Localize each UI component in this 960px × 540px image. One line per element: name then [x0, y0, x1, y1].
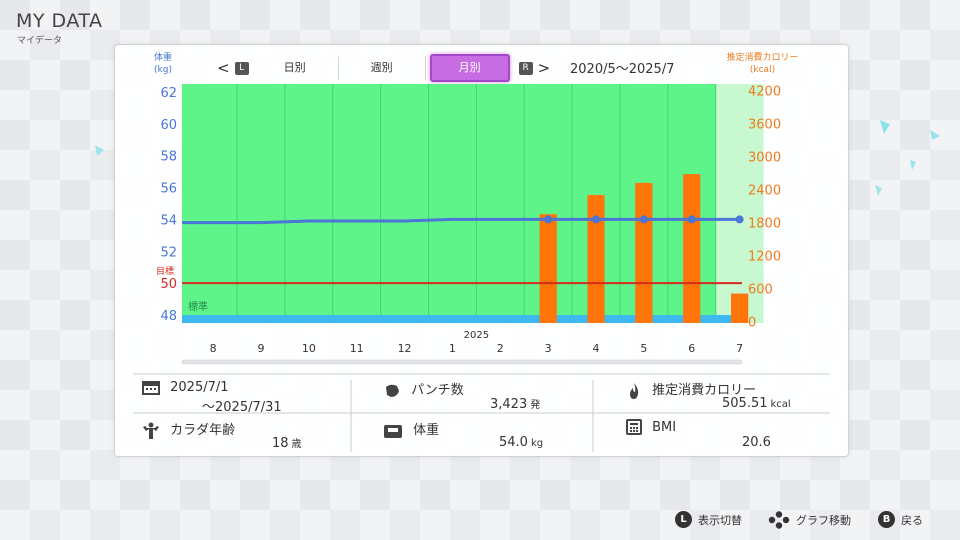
flame-icon	[630, 382, 639, 399]
hint-back-label: 戻る	[901, 513, 923, 527]
stat-bmi: BMI	[626, 419, 676, 435]
body-age-label: カラダ年齢	[170, 423, 236, 438]
fist-icon	[386, 384, 399, 397]
weight-value-wrap: 54.0 kg	[499, 435, 543, 450]
calendar-icon	[142, 381, 160, 395]
scale-icon	[384, 424, 402, 438]
calories-unit: kcal	[770, 399, 791, 410]
stat-punch: パンチ数	[383, 379, 464, 399]
calculator-icon	[626, 419, 642, 435]
punch-value: 3,423	[490, 397, 528, 412]
punch-value-wrap: 3,423 発	[490, 396, 540, 412]
stat-body-age: カラダ年齢	[142, 419, 235, 440]
weight-unit: kg	[530, 438, 544, 449]
calories-value-wrap: 505.51 kcal	[722, 396, 791, 411]
muscle-icon	[143, 422, 159, 439]
body-age-value: 18	[272, 436, 289, 451]
date-to: 〜2025/7/31	[202, 400, 282, 415]
dpad-icon	[768, 511, 790, 529]
hint-move-label: グラフ移動	[796, 514, 851, 527]
l-stick-icon: L	[675, 511, 692, 528]
bmi-label: BMI	[652, 419, 677, 435]
stat-weight: 体重	[383, 419, 439, 439]
calories-value: 505.51	[722, 396, 768, 411]
body-age-value-wrap: 18 歳	[272, 435, 302, 451]
body-age-unit: 歳	[291, 439, 302, 450]
bmi-value-wrap: 20.6	[742, 435, 771, 450]
punch-label: パンチ数	[411, 383, 464, 398]
weight-value: 54.0	[499, 435, 528, 450]
stats-dividers	[133, 373, 830, 452]
hint-toggle-label: 表示切替	[698, 513, 742, 527]
stat-date: 2025/7/1 〜2025/7/31	[142, 379, 282, 415]
weight-label: 体重	[413, 423, 440, 438]
b-button-icon: B	[878, 511, 895, 528]
hint-toggle-display[interactable]: L 表示切替	[675, 511, 742, 528]
date-from: 2025/7/1	[170, 379, 229, 395]
punch-unit: 発	[530, 400, 541, 411]
hint-move-graph[interactable]: グラフ移動	[768, 511, 851, 529]
hint-back[interactable]: B 戻る	[878, 511, 923, 528]
bmi-value: 20.6	[742, 435, 771, 450]
